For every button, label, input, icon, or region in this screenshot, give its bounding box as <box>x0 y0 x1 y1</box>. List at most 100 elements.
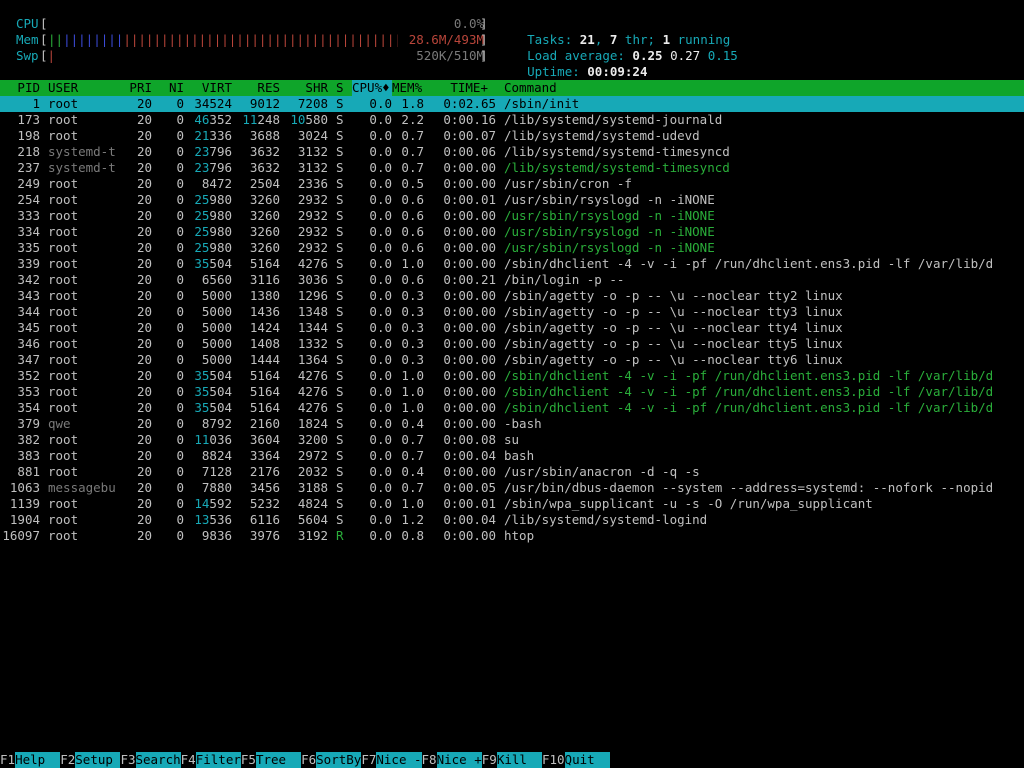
process-cmd: /sbin/agetty -o -p -- \u --noclear tty2 … <box>504 288 843 303</box>
fkey-f1[interactable]: F1Help <box>0 752 61 768</box>
process-row[interactable]: 1139 root 20 0 14592 5232 4824 S 0.0 1.0 0:00.01/s… <box>0 496 1024 512</box>
process-res: 5164 <box>249 400 280 415</box>
process-user: root <box>48 224 79 239</box>
fkey-f7[interactable]: F7Nice - <box>361 752 422 768</box>
process-time: 0:00.00 <box>443 368 496 383</box>
col-mem[interactable]: MEM% <box>392 80 422 96</box>
fkey-f9[interactable]: F9Kill <box>482 752 542 768</box>
uptime-label: Uptime: <box>527 64 588 79</box>
column-header-bar: PID USER PRI NI VIRT RES SHR S CPU%♦ MEM… <box>0 80 1024 96</box>
process-row[interactable]: 345 root 20 0 5000 1424 1344 S 0.0 0.3 0:00.00/sbi… <box>0 320 1024 336</box>
process-row[interactable]: 346 root 20 0 5000 1408 1332 S 0.0 0.3 0:00.00/sbi… <box>0 336 1024 352</box>
process-ni: 0 <box>176 464 184 479</box>
process-shr: 1364 <box>297 352 328 367</box>
fkey-f4[interactable]: F4Filter <box>181 752 241 768</box>
fkey-f10[interactable]: F10Quit <box>542 752 610 768</box>
process-row[interactable]: 254 root 20 0 25980 3260 2932 S 0.0 0.6 0:00.01/us… <box>0 192 1024 208</box>
process-mem: 0.7 <box>401 432 424 447</box>
process-time: 0:00.00 <box>443 304 496 319</box>
process-row[interactable]: 379 qwe 20 0 8792 2160 1824 S 0.0 0.4 0:00.00 -bash <box>0 416 1024 432</box>
process-mem: 0.4 <box>401 416 424 431</box>
process-virt-units: 980 <box>209 240 232 255</box>
col-user[interactable]: USER <box>48 80 78 96</box>
process-cmd: /sbin/agetty -o -p -- \u --noclear tty4 … <box>504 320 843 335</box>
process-row[interactable]: 353 root 20 0 35504 5164 4276 S 0.0 1.0 0:00.00/sb… <box>0 384 1024 400</box>
fkey-f5[interactable]: F5Tree <box>241 752 302 768</box>
process-virt-thousands: 46 <box>194 112 210 127</box>
col-virt[interactable]: VIRT <box>202 80 232 96</box>
process-res: 11248 <box>242 112 280 128</box>
fkey-f6[interactable]: F6SortBy <box>301 752 362 768</box>
col-res[interactable]: RES <box>257 80 280 96</box>
process-row[interactable]: 333 root 20 0 25980 3260 2932 S 0.0 0.6 0:00.00/us… <box>0 208 1024 224</box>
process-row[interactable]: 1063 messagebu 20 0 7880 3456 3188 S 0.0 0.7 0:00.… <box>0 480 1024 496</box>
process-s: S <box>336 416 344 431</box>
process-user: root <box>48 368 79 383</box>
process-shr: 4824 <box>297 496 328 511</box>
process-s: S <box>336 128 344 143</box>
col-shr[interactable]: SHR <box>305 80 328 96</box>
process-ni: 0 <box>176 320 184 335</box>
process-time: 0:00.06 <box>443 144 496 159</box>
process-cpu: 0.0 <box>369 368 392 383</box>
process-row[interactable]: 344 root 20 0 5000 1436 1348 S 0.0 0.3 0:00.00/sbi… <box>0 304 1024 320</box>
process-s: S <box>336 256 344 271</box>
process-ni: 0 <box>176 336 184 351</box>
process-shr: 4276 <box>297 256 328 271</box>
fkey-f8[interactable]: F8Nice + <box>422 752 482 768</box>
process-row[interactable]: 335 root 20 0 25980 3260 2932 S 0.0 0.6 0:00.00/us… <box>0 240 1024 256</box>
fkey-f2[interactable]: F2Setup <box>60 752 121 768</box>
col-pid[interactable]: PID <box>17 80 40 96</box>
process-row[interactable]: 249 root 20 0 8472 2504 2336 S 0.0 0.5 0:00.00/usr… <box>0 176 1024 192</box>
process-row[interactable]: 347 root 20 0 5000 1444 1364 S 0.0 0.3 0:00.00/sbi… <box>0 352 1024 368</box>
process-shr: 2032 <box>297 464 328 479</box>
process-shr: 3132 <box>297 160 328 175</box>
mem-meter-value: 28.6M/493M <box>409 32 484 48</box>
process-virt-thousands: 23 <box>194 160 210 175</box>
col-command[interactable]: Command <box>504 80 557 96</box>
process-virt-units: 504 <box>209 256 232 271</box>
process-cmd: /lib/systemd/systemd-logind <box>504 512 708 527</box>
process-row[interactable]: 352 root 20 0 35504 5164 4276 S 0.0 1.0 0:00.00/sb… <box>0 368 1024 384</box>
col-state[interactable]: S <box>336 80 344 96</box>
process-ni: 0 <box>176 496 184 511</box>
process-row[interactable]: 198 root 20 0 21336 3688 3024 S 0.0 0.7 0:00.07/li… <box>0 128 1024 144</box>
col-pri[interactable]: PRI <box>129 80 152 96</box>
process-mem: 0.3 <box>401 288 424 303</box>
process-user: systemd-t <box>48 144 116 159</box>
process-mem: 0.5 <box>401 176 424 191</box>
process-cpu: 0.0 <box>369 480 392 495</box>
col-time[interactable]: TIME+ <box>450 80 488 96</box>
swp-meter-open-bracket: [| <box>40 48 56 63</box>
process-cpu: 0.0 <box>369 336 392 351</box>
process-virt-thousands: 35 <box>194 384 210 399</box>
process-row[interactable]: 16097 root 20 0 9836 3976 3192 R 0.0 0.8 0:00.00 ht… <box>0 528 1024 544</box>
process-s: S <box>336 112 344 127</box>
process-row[interactable]: 173 root 20 0 46352 11248 10580 S 0.0 2.2 0:00.16 /… <box>0 112 1024 128</box>
process-row[interactable]: 237 systemd-t 20 0 23796 3632 3132 S 0.0 0.7 0:00.… <box>0 160 1024 176</box>
process-ni: 0 <box>176 528 184 543</box>
process-cmd: /sbin/agetty -o -p -- \u --noclear tty6 … <box>504 352 843 367</box>
process-mem: 0.7 <box>401 128 424 143</box>
process-pri: 20 <box>136 256 152 271</box>
cpu-meter-close-bracket: ] <box>480 16 488 31</box>
col-ni[interactable]: NI <box>169 80 184 96</box>
process-virt-units: 592 <box>209 496 232 511</box>
process-time: 0:00.00 <box>443 464 496 479</box>
col-cpu-sorted[interactable]: CPU%♦ <box>352 80 392 96</box>
process-row[interactable]: 354 root 20 0 35504 5164 4276 S 0.0 1.0 0:00.00/sb… <box>0 400 1024 416</box>
process-row[interactable]: 881 root 20 0 7128 2176 2032 S 0.0 0.4 0:00.00/usr… <box>0 464 1024 480</box>
process-mem: 0.3 <box>401 336 424 351</box>
process-row[interactable]: 1904 root 20 0 13536 6116 5604 S 0.0 1.2 0:00.04/l… <box>0 512 1024 528</box>
process-row[interactable]: 342 root 20 0 6560 3116 3036 S 0.0 0.6 0:00.21/bin… <box>0 272 1024 288</box>
process-row[interactable]: 334 root 20 0 25980 3260 2932 S 0.0 0.6 0:00.00/us… <box>0 224 1024 240</box>
fkey-f3[interactable]: F3Search <box>120 752 181 768</box>
process-pid: 16097 <box>2 528 40 543</box>
process-row[interactable]: 383 root 20 0 8824 3364 2972 S 0.0 0.7 0:00.04 bash <box>0 448 1024 464</box>
process-row[interactable]: 339 root 20 0 35504 5164 4276 S 0.0 1.0 0:00.00/sb… <box>0 256 1024 272</box>
process-row[interactable]: 218 systemd-t 20 0 23796 3632 3132 S 0.0 0.7 0:00.… <box>0 144 1024 160</box>
process-user: root <box>48 256 79 271</box>
process-row[interactable]: 382 root 20 0 11036 3604 3200 S 0.0 0.7 0:00.08 su <box>0 432 1024 448</box>
process-row[interactable]: 1 root 20 0 34524 9012 7208 S 0.0 1.8 0:02.65/sbin… <box>0 96 1024 112</box>
process-row[interactable]: 343 root 20 0 5000 1380 1296 S 0.0 0.3 0:00.00/sbi… <box>0 288 1024 304</box>
